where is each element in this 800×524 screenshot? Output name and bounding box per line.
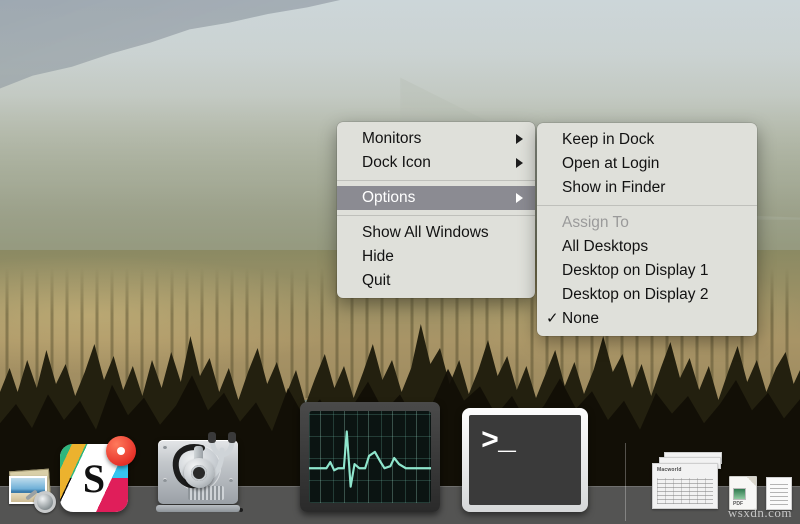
watermark: wsxdn.com (727, 505, 792, 520)
stack-sheet-front: Macworld (652, 463, 718, 509)
menu-item-label: Show in Finder (562, 179, 666, 196)
stack-sheet-table (657, 478, 713, 504)
dock-icon-activity-monitor[interactable] (300, 402, 440, 512)
submenu-item-desktop-display-2[interactable]: Desktop on Display 2 (537, 283, 757, 307)
menu-item-dock-icon[interactable]: Dock Icon (337, 151, 535, 175)
menu-separator (337, 180, 535, 181)
menu-item-monitors[interactable]: Monitors (337, 127, 535, 151)
chevron-right-icon (516, 158, 523, 168)
submenu-item-open-at-login[interactable]: Open at Login (537, 152, 757, 176)
menu-item-label: Dock Icon (362, 154, 431, 171)
activity-monitor-frame (300, 402, 440, 512)
stethoscope-head (184, 458, 214, 488)
pdf-folded-corner (747, 477, 756, 486)
menu-separator (337, 215, 535, 216)
submenu-item-none[interactable]: ✓ None (537, 307, 757, 331)
stack-sheet-title: Macworld (657, 467, 682, 473)
dock-context-menu[interactable]: Monitors Dock Icon Options Show All Wind… (337, 122, 535, 298)
menu-item-label: All Desktops (562, 238, 649, 255)
submenu-item-show-in-finder[interactable]: Show in Finder (537, 176, 757, 200)
terminal-screen: >_ (469, 415, 581, 505)
menu-item-label: Quit (362, 272, 391, 289)
activity-monitor-screen (309, 411, 431, 503)
menu-item-label: Desktop on Display 2 (562, 286, 709, 303)
menu-item-label: Monitors (362, 130, 422, 147)
menu-item-label: Keep in Dock (562, 131, 655, 148)
dock-icon-terminal[interactable]: >_ (462, 408, 588, 512)
chevron-right-icon (516, 193, 523, 203)
menu-item-show-all-windows[interactable]: Show All Windows (337, 221, 535, 245)
dock-icon-disk-utility[interactable] (150, 426, 245, 512)
menu-item-label: Open at Login (562, 155, 660, 172)
submenu-separator (537, 205, 757, 206)
checkmark-icon: ✓ (546, 310, 559, 327)
submenu-section-assign-to: Assign To (537, 211, 757, 235)
menu-item-label: None (562, 310, 600, 327)
recording-dot (117, 447, 125, 455)
dock-icon-preview[interactable] (8, 468, 56, 513)
dock-divider (625, 443, 626, 521)
submenu-item-desktop-display-1[interactable]: Desktop on Display 1 (537, 259, 757, 283)
magnifier-icon (34, 491, 56, 513)
chevron-right-icon (516, 134, 523, 144)
menu-item-quit[interactable]: Quit (337, 269, 535, 293)
dock-icon-slack[interactable]: S (60, 436, 136, 512)
menu-item-label: Desktop on Display 1 (562, 262, 709, 279)
menu-item-label: Show All Windows (362, 224, 489, 241)
ecg-waveform-icon (309, 430, 431, 488)
document-text-lines (770, 483, 788, 505)
menu-item-hide[interactable]: Hide (337, 245, 535, 269)
submenu-item-keep-in-dock[interactable]: Keep in Dock (537, 128, 757, 152)
submenu-item-all-desktops[interactable]: All Desktops (537, 235, 757, 259)
recording-badge-icon (106, 436, 136, 466)
menu-item-label: Hide (362, 248, 394, 265)
terminal-frame: >_ (462, 408, 588, 512)
menu-item-label: Options (362, 189, 416, 206)
options-submenu[interactable]: Keep in Dock Open at Login Show in Finde… (537, 123, 757, 336)
menu-item-label: Assign To (562, 214, 629, 231)
pdf-thumbnail (733, 488, 746, 500)
menu-item-options[interactable]: Options (337, 186, 535, 210)
dock-stack-documents[interactable]: Macworld (652, 452, 726, 510)
terminal-prompt-glyph: >_ (481, 425, 516, 459)
